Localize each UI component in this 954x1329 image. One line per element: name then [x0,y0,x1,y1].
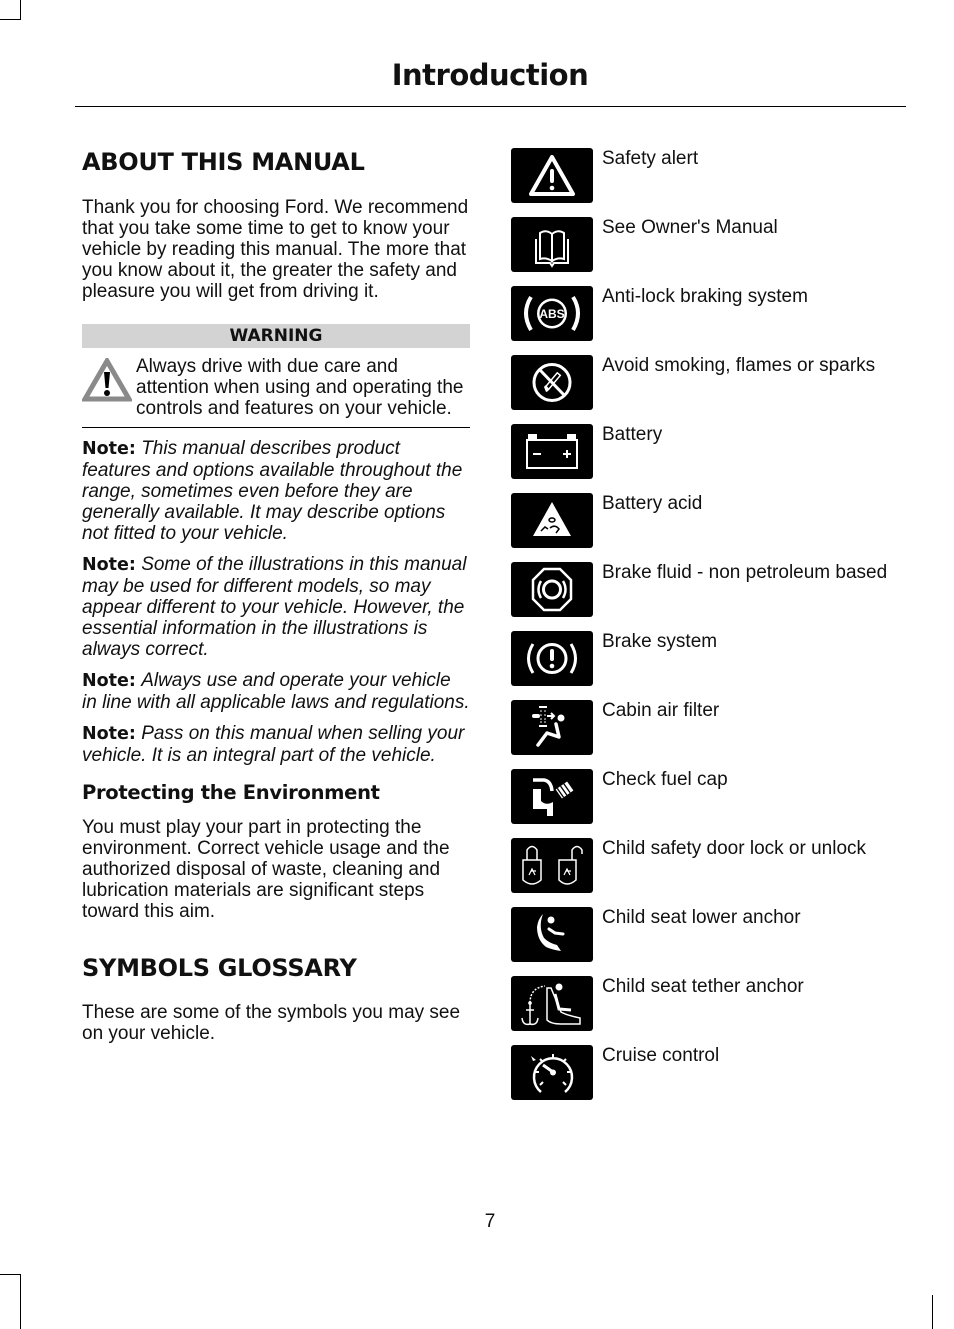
symbol-label: Avoid smoking, flames or sparks [602,355,876,376]
cruise-control-icon [511,1045,593,1100]
symbol-label: Cruise control [602,1045,720,1066]
symbol-label: Cabin air filter [602,700,720,721]
symbol-item: Child seat lower anchor [511,907,911,976]
page-number: 7 [484,1211,496,1232]
symbol-item: See Owner's Manual [511,217,911,286]
glossary-heading: SYMBOLS GLOSSARY [82,954,357,982]
symbol-label: Safety alert [602,148,699,169]
symbol-item: Brake system [511,631,911,700]
symbol-item: ABS Anti-lock braking system [511,286,911,355]
child-seat-tether-anchor-icon [511,976,593,1031]
note-text: Some of the illustrations in this manual… [82,554,467,660]
note-label: Note: [82,555,136,575]
about-heading: ABOUT THIS MANUAL [82,148,365,176]
symbol-label: Anti-lock braking system [602,286,808,307]
fuel-cap-icon [511,769,593,824]
warning-header: WARNING [82,324,470,348]
glossary-intro: These are some of the symbols you may se… [82,1002,461,1044]
symbol-item: Cabin air filter [511,700,911,769]
note-1: Note: This manual describes product feat… [82,438,470,544]
safety-alert-icon [511,148,593,203]
notes: Note: This manual describes product feat… [82,438,470,766]
page-title: Introduction [391,58,589,92]
crop-mark-bottom-left-v [20,1274,21,1329]
symbol-label: Child safety door lock or unlock [602,838,867,859]
warning-box: Always drive with due care and attention… [80,356,470,419]
brake-fluid-icon [511,562,593,617]
symbol-item: Check fuel cap [511,769,911,838]
symbol-item: Brake fluid - non petroleum based [511,562,911,631]
no-smoking-icon [511,355,593,410]
warning-divider [82,427,470,428]
warning-text: Always drive with due care and attention… [136,356,464,419]
battery-acid-icon [511,493,593,548]
crop-mark-bottom-right-v [932,1295,933,1329]
battery-icon [511,424,593,479]
crop-mark-top-left-h [0,19,21,20]
child-lock-icon [511,838,593,893]
symbol-item: Child seat tether anchor [511,976,911,1045]
symbol-label: See Owner's Manual [602,217,778,238]
symbol-label: Brake system [602,631,718,652]
left-column: ABOUT THIS MANUAL Thank you for choosing… [80,145,470,1044]
symbol-item: Cruise control [511,1045,911,1114]
symbol-label: Battery [602,424,663,445]
symbol-item: Child safety door lock or unlock [511,838,911,907]
crop-mark-top-left-v [20,0,21,19]
symbol-label: Brake fluid - non petroleum based [602,562,888,583]
environment-heading: Protecting the Environment [82,781,380,804]
note-text: Pass on this manual when selling your ve… [82,723,465,766]
note-label: Note: [82,439,136,459]
owners-manual-icon [511,217,593,272]
symbol-item: Battery acid [511,493,911,562]
symbol-label: Child seat tether anchor [602,976,804,997]
symbol-item: Avoid smoking, flames or sparks [511,355,911,424]
note-label: Note: [82,671,136,691]
about-intro: Thank you for choosing Ford. We recommen… [82,197,469,302]
symbol-label: Child seat lower anchor [602,907,801,928]
crop-mark-bottom-left-h [0,1274,21,1275]
environment-text: You must play your part in protecting th… [82,817,450,922]
note-label: Note: [82,724,136,744]
symbol-item: Battery [511,424,911,493]
note-text: This manual describes product features a… [82,438,463,544]
brake-system-icon [511,631,593,686]
symbol-label: Check fuel cap [602,769,728,790]
abs-icon-text: ABS [539,307,564,321]
symbols-list: Safety alert See Owner's Manual ABS Anti… [511,148,911,1114]
child-seat-lower-anchor-icon [511,907,593,962]
title-divider [75,106,906,107]
note-3: Note: Always use and operate your vehicl… [82,670,470,713]
symbol-item: Safety alert [511,148,911,217]
cabin-air-filter-icon [511,700,593,755]
note-2: Note: Some of the illustrations in this … [82,554,470,660]
symbol-label: Battery acid [602,493,703,514]
note-4: Note: Pass on this manual when selling y… [82,723,470,766]
warning-triangle-icon [80,356,134,402]
abs-icon: ABS [511,286,593,341]
note-text: Always use and operate your vehicle in l… [82,670,470,713]
